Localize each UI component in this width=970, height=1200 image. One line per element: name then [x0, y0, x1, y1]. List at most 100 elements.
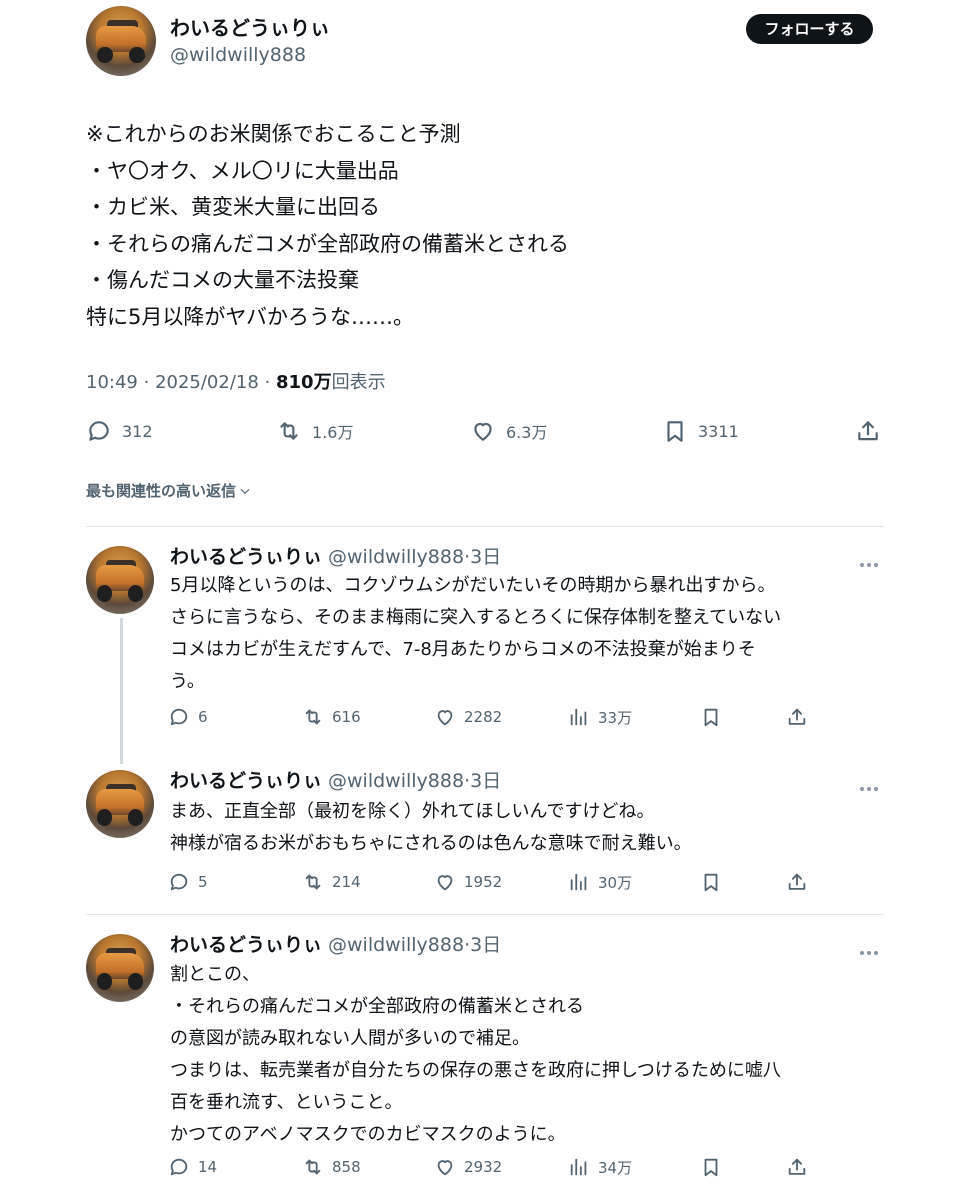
- reply-actions: 14 858 2932 34万: [0, 1156, 970, 1182]
- share-button[interactable]: [786, 706, 808, 728]
- share-button[interactable]: [786, 871, 808, 893]
- bookmark-count: 3311: [698, 421, 739, 441]
- author-handle[interactable]: @wildwilly888: [170, 44, 306, 66]
- reply-avatar[interactable]: [86, 546, 154, 614]
- author-avatar[interactable]: [86, 6, 156, 76]
- retweet-icon: [305, 874, 321, 890]
- reply-text: まあ、正直全部（最初を除く）外れてほしいんですけどね。 神様が宿るお米がおもちゃ…: [170, 796, 890, 860]
- bookmark-button[interactable]: [700, 871, 722, 893]
- tweet-text-line: ・カビ米、黄変米大量に出回る: [86, 195, 380, 219]
- more-icon[interactable]: [860, 776, 884, 791]
- reply-icon: [170, 1158, 188, 1176]
- analytics-icon: [570, 873, 587, 891]
- like-count: 2932: [464, 1158, 503, 1176]
- divider: [86, 526, 884, 527]
- reply-text-line: つまりは、転売業者が自分たちの保存の悪さを政府に押しつけるために嘘八: [170, 1060, 781, 1081]
- reply-text: 5月以降というのは、コクゾウムシがだいたいその時期から暴れ出すから。 さらに言う…: [170, 570, 890, 698]
- reply-count: 5: [198, 873, 208, 891]
- tweet-date[interactable]: 2025/02/18: [155, 372, 259, 393]
- reply-author-handle[interactable]: @wildwilly888: [328, 546, 464, 568]
- reply-author-name[interactable]: わいるどうぃりぃ: [170, 770, 322, 792]
- follow-button[interactable]: フォローする: [746, 14, 873, 44]
- thread-connector: [120, 618, 123, 764]
- reply-text-line: の意図が読み取れない人間が多いので補足。: [170, 1028, 530, 1049]
- reply-count: 6: [198, 708, 208, 726]
- retweet-count: 858: [332, 1158, 361, 1176]
- reply-text-line: う。: [170, 671, 205, 692]
- reply-header: わいるどうぃりぃ @wildwilly888·3日: [170, 766, 501, 793]
- share-icon: [858, 421, 878, 441]
- bookmark-button[interactable]: [700, 1156, 722, 1178]
- reply-sort-label: 最も関連性の高い返信: [86, 482, 237, 500]
- reply-actions: 6 616 2282 33万: [0, 706, 970, 732]
- meta-separator: ·: [264, 372, 276, 393]
- like-count: 1952: [464, 873, 503, 891]
- views-count: 34万: [598, 1158, 633, 1177]
- reply-sort-dropdown[interactable]: 最も関連性の高い返信: [86, 480, 252, 501]
- share-button[interactable]: [855, 418, 881, 444]
- retweet-button[interactable]: 1.6万: [276, 418, 353, 444]
- views-count: 810万: [276, 372, 332, 393]
- heart-icon: [437, 710, 453, 726]
- retweet-count: 616: [332, 708, 361, 726]
- reply-author-handle[interactable]: @wildwilly888: [328, 934, 464, 956]
- like-button[interactable]: 1952: [434, 871, 502, 893]
- like-count: 2282: [464, 708, 503, 726]
- share-button[interactable]: [786, 1156, 808, 1178]
- like-count: 6.3万: [506, 423, 548, 442]
- reply-count: 14: [198, 1158, 218, 1176]
- analytics-icon: [570, 1158, 587, 1176]
- more-icon[interactable]: [860, 552, 884, 567]
- bookmark-icon: [704, 873, 718, 892]
- reply-avatar[interactable]: [86, 770, 154, 838]
- retweet-icon: [305, 709, 321, 725]
- like-button[interactable]: 6.3万: [470, 418, 547, 444]
- divider: [86, 914, 884, 915]
- views-button[interactable]: 30万: [568, 871, 632, 893]
- tweet-time[interactable]: 10:49: [86, 372, 138, 393]
- bookmark-icon: [704, 708, 718, 727]
- reply-author-name[interactable]: わいるどうぃりぃ: [170, 934, 322, 956]
- reply-header: わいるどうぃりぃ @wildwilly888·3日: [170, 542, 501, 569]
- reply-text-line: さらに言うなら、そのまま梅雨に突入するとろくに保存体制を整えていない: [170, 607, 782, 628]
- tweet-actions: 312 1.6万 6.3万 3311: [0, 418, 970, 448]
- reply-button[interactable]: 14: [168, 1156, 217, 1178]
- reply-age[interactable]: 3日: [470, 770, 501, 792]
- reply-text-line: ・それらの痛んだコメが全部政府の備蓄米とされる: [170, 996, 584, 1017]
- reply-avatar[interactable]: [86, 934, 154, 1002]
- retweet-button[interactable]: 616: [302, 706, 361, 728]
- views-button[interactable]: 34万: [568, 1156, 632, 1178]
- reply-button[interactable]: 312: [86, 418, 153, 444]
- retweet-button[interactable]: 858: [302, 1156, 361, 1178]
- reply-age[interactable]: 3日: [470, 934, 501, 956]
- reply-text-line: コメはカビが生えだすんで、7-8月あたりからコメの不法投棄が始まりそ: [170, 639, 756, 660]
- reply-button[interactable]: 6: [168, 706, 208, 728]
- bookmark-button[interactable]: 3311: [662, 418, 739, 444]
- more-icon[interactable]: [860, 940, 884, 955]
- reply-button[interactable]: 5: [168, 871, 208, 893]
- bookmark-icon: [704, 1158, 718, 1177]
- retweet-count: 214: [332, 873, 361, 891]
- views-button[interactable]: 33万: [568, 706, 632, 728]
- retweet-button[interactable]: 214: [302, 871, 361, 893]
- tweet-text-line: ・それらの痛んだコメが全部政府の備蓄米とされる: [86, 231, 569, 256]
- meta-separator: ·: [143, 372, 156, 393]
- bookmark-button[interactable]: [700, 706, 722, 728]
- reply-author-handle[interactable]: @wildwilly888: [328, 770, 464, 792]
- reply-author-name[interactable]: わいるどうぃりぃ: [170, 546, 322, 568]
- like-button[interactable]: 2932: [434, 1156, 502, 1178]
- reply-age[interactable]: 3日: [470, 546, 501, 568]
- reply-text-line: 割とこの、: [170, 964, 260, 985]
- like-button[interactable]: 2282: [434, 706, 502, 728]
- tweet-text-line: ・傷んだコメの大量不法投棄: [86, 268, 359, 292]
- analytics-icon: [570, 708, 587, 726]
- author-name[interactable]: わいるどうぃりぃ: [170, 12, 330, 41]
- share-icon: [788, 1158, 806, 1175]
- tweet-text-line: ・ヤ〇オク、メル〇リに大量出品: [86, 158, 399, 183]
- heart-icon: [474, 422, 492, 441]
- reply-text-line: 百を垂れ流す、ということ。: [170, 1092, 403, 1113]
- views-count: 30万: [598, 873, 633, 892]
- reply-icon: [170, 873, 188, 891]
- reply-icon: [170, 708, 188, 726]
- retweet-icon: [280, 422, 298, 440]
